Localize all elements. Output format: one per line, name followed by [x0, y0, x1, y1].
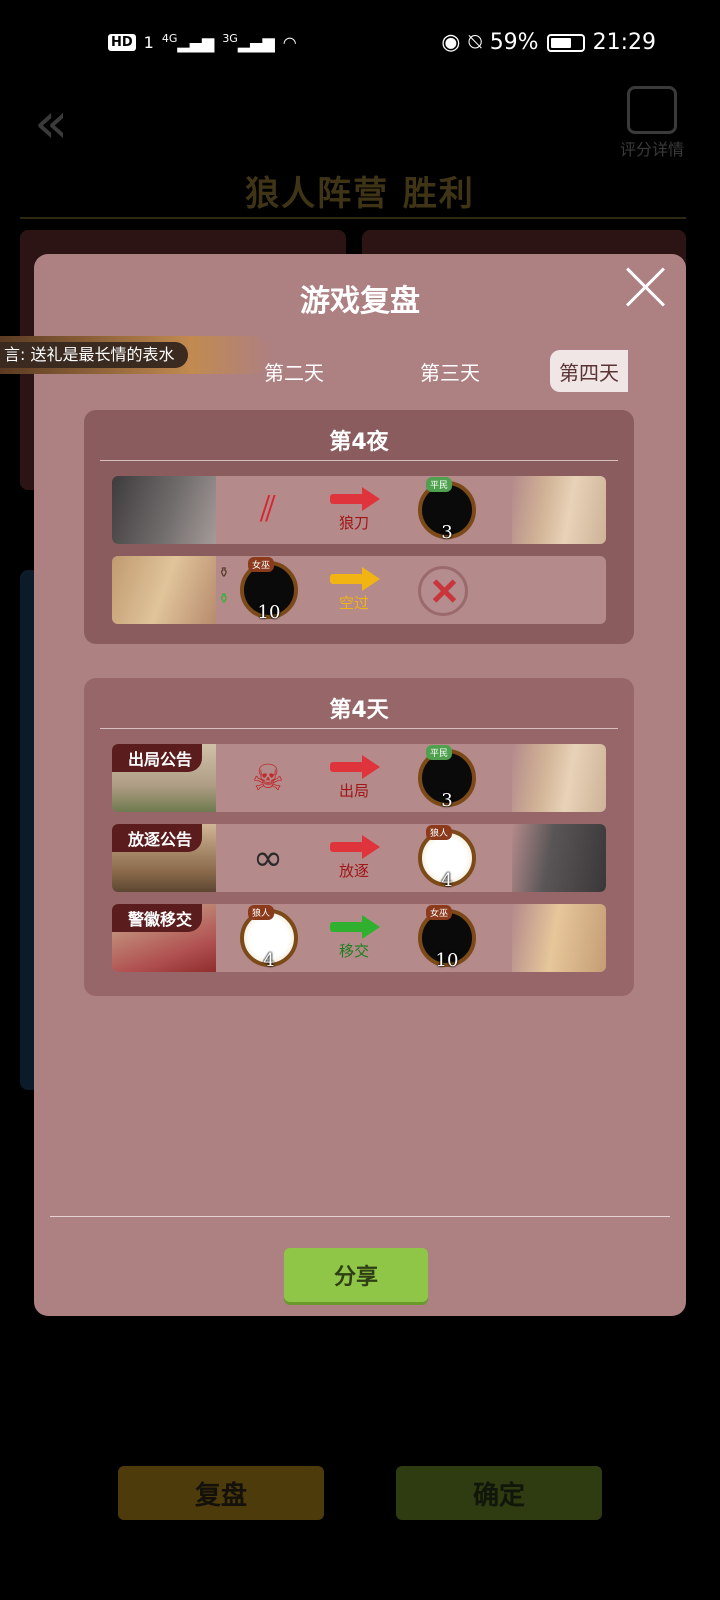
- arrow-icon: [324, 566, 384, 591]
- day-event-row: 放逐公告 ∞ 放逐 狼人 4: [112, 824, 606, 892]
- night-action-row: ⫽ 狼刀 平民 3: [112, 476, 606, 544]
- action-arrow: 出局: [324, 754, 384, 801]
- divider: [100, 728, 618, 729]
- role-badge: 狼人: [248, 905, 275, 920]
- day-event-row: 警徽移交 狼人 4 移交 女巫 10: [112, 904, 606, 972]
- day-section: 第4天 出局公告 ☠ 出局 平民 3 放逐公告 ∞ 放逐 狼人 4 警徽移交 狼…: [84, 678, 634, 996]
- day-title: 第4天: [329, 698, 389, 723]
- seat-number: 4: [441, 870, 453, 891]
- action-arrow: 狼刀: [324, 486, 384, 533]
- divider: [20, 217, 686, 219]
- action-label: 出局: [338, 782, 369, 800]
- seat-number: 10: [257, 602, 281, 623]
- player-avatar[interactable]: 平民 3: [418, 745, 476, 811]
- clock: 21:29: [592, 30, 656, 55]
- seat-number: 10: [435, 950, 459, 971]
- event-label: 放逐公告: [112, 824, 203, 852]
- role-badge: 平民: [426, 745, 453, 760]
- player-avatar[interactable]: 平民 3: [418, 477, 476, 543]
- villager-portrait: [512, 744, 606, 812]
- eye-icon: ◉: [441, 30, 461, 55]
- sim-indicator: 1: [143, 32, 154, 52]
- action-label: 空过: [338, 594, 369, 612]
- replay-dialog: 游戏复盘 第二天 第三天 第四天 第4夜 ⫽ 狼刀 平民 3 ⚱ ⚱ 女巫 10…: [34, 254, 686, 1316]
- player-avatar[interactable]: 女巫 10: [418, 905, 476, 971]
- score-detail-label: 评分详情: [619, 140, 684, 159]
- tab-day4[interactable]: 第四天: [550, 350, 628, 392]
- back-icon[interactable]: «: [34, 96, 68, 152]
- divider: [50, 1216, 670, 1217]
- werewolf-portrait: [512, 824, 606, 892]
- gift-banner: 言: 送礼是最长情的表水: [0, 336, 272, 374]
- tab-day3[interactable]: 第三天: [390, 350, 510, 392]
- wifi-icon: ◠: [282, 32, 297, 52]
- action-label: 狼刀: [338, 514, 369, 532]
- witch-portrait: [112, 556, 216, 624]
- signal-3g-icon: 3G▂▄▆: [222, 32, 275, 53]
- role-badge: 平民: [426, 477, 453, 492]
- action-label: 放逐: [338, 862, 369, 880]
- handcuffs-icon: ∞: [253, 837, 283, 879]
- status-bar: HD 1 4G▂▄▆ 3G▂▄▆ ◠ ◉ ⍉ 59% 21:29: [0, 0, 720, 90]
- no-target-icon: [418, 566, 468, 616]
- seat-number: 3: [441, 790, 453, 811]
- divider: [100, 460, 618, 461]
- battery-icon: [546, 33, 585, 52]
- night-action-row: ⚱ ⚱ 女巫 10 空过: [112, 556, 606, 624]
- role-badge: 狼人: [426, 825, 453, 840]
- seat-number: 3: [441, 522, 453, 543]
- action-arrow: 放逐: [324, 834, 384, 881]
- close-icon[interactable]: [624, 266, 666, 308]
- witch-portrait: [512, 904, 606, 972]
- banner-message: 言: 送礼是最长情的表水: [0, 342, 189, 368]
- role-badge: 女巫: [248, 557, 275, 572]
- replay-button[interactable]: 复盘: [118, 1466, 324, 1520]
- player-avatar[interactable]: 狼人 4: [418, 825, 476, 891]
- arrow-icon: [324, 914, 384, 939]
- hd-indicator: HD: [108, 33, 136, 51]
- night-section: 第4夜 ⫽ 狼刀 平民 3 ⚱ ⚱ 女巫 10 空过: [84, 410, 634, 644]
- villager-portrait: [512, 476, 606, 544]
- night-title: 第4夜: [329, 430, 389, 455]
- score-detail-button[interactable]: 评分详情: [620, 86, 684, 160]
- claw-icon: ⫽: [259, 489, 277, 530]
- arrow-icon: [324, 754, 384, 779]
- battery-percent: 59%: [489, 30, 539, 55]
- action-arrow: 空过: [324, 566, 384, 613]
- player-avatar[interactable]: 狼人 4: [240, 905, 298, 971]
- bell-off-icon: ⍉: [468, 30, 482, 55]
- action-arrow: 移交: [324, 914, 384, 961]
- werewolf-portrait: [112, 476, 216, 544]
- result-title: 狼人阵营 胜利: [245, 174, 475, 214]
- event-label: 警徽移交: [112, 904, 203, 932]
- list-icon: [626, 86, 677, 134]
- dialog-title: 游戏复盘: [300, 284, 420, 319]
- share-button[interactable]: 分享: [284, 1248, 428, 1302]
- signal-4g-icon: 4G▂▄▆: [161, 32, 215, 53]
- action-label: 移交: [338, 942, 369, 960]
- poison-potion-icon: ⚱: [218, 565, 230, 581]
- day-event-row: 出局公告 ☠ 出局 平民 3: [112, 744, 606, 812]
- antidote-potion-icon: ⚱: [218, 591, 230, 607]
- role-badge: 女巫: [426, 905, 453, 920]
- confirm-button[interactable]: 确定: [396, 1466, 602, 1520]
- event-label: 出局公告: [112, 744, 203, 772]
- player-avatar[interactable]: 女巫 10: [240, 557, 298, 623]
- arrow-icon: [324, 834, 384, 859]
- skull-icon: ☠: [251, 757, 285, 799]
- arrow-icon: [324, 486, 384, 511]
- seat-number: 4: [263, 950, 275, 971]
